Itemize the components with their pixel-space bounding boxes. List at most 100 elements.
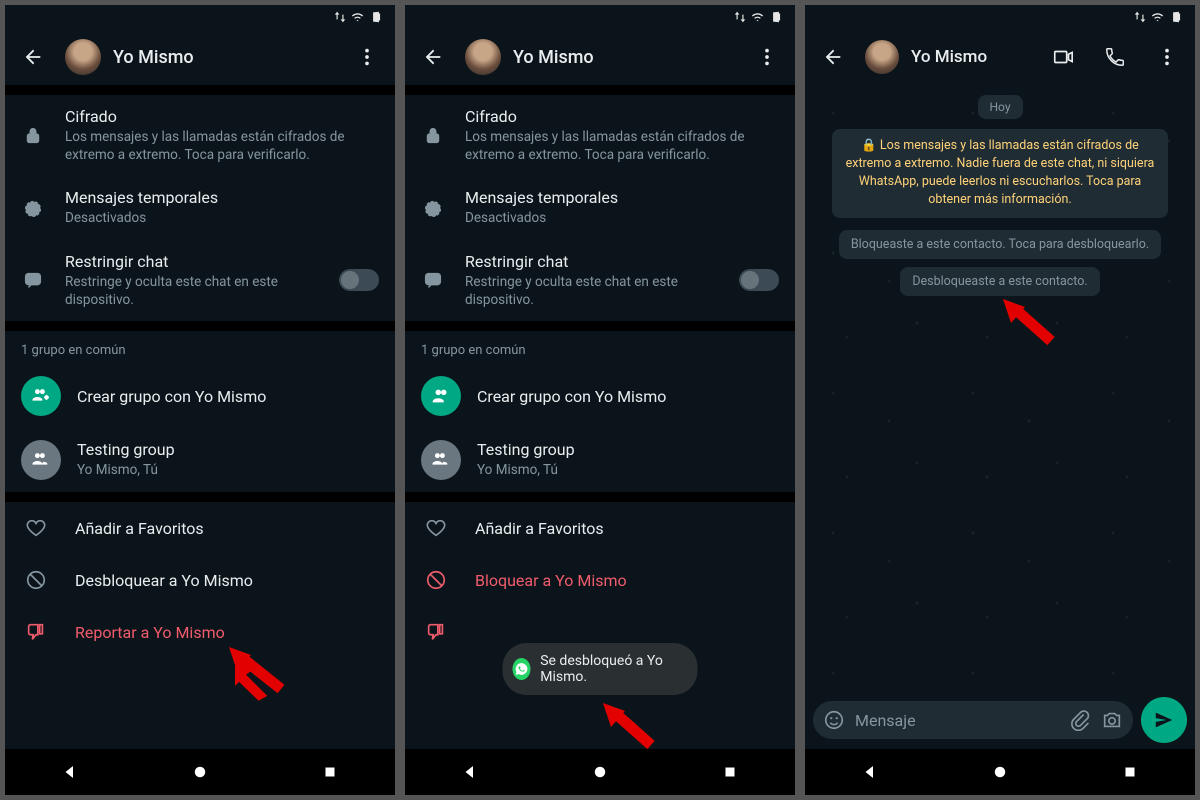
signal-updown-icon [1133, 10, 1147, 24]
encryption-title: Cifrado [65, 107, 379, 126]
restrict-title: Restringir chat [465, 252, 719, 271]
chat-body: Hoy 🔒 Los mensajes y las llamadas están … [805, 85, 1195, 691]
disappearing-row[interactable]: Mensajes temporales Desactivados [405, 176, 795, 239]
report-row[interactable]: Reportar a Yo Mismo [5, 606, 395, 658]
nav-recent-icon[interactable] [321, 763, 339, 781]
battery-icon [769, 10, 783, 24]
avatar[interactable] [865, 40, 899, 74]
restrict-toggle[interactable] [739, 269, 779, 291]
restrict-toggle[interactable] [339, 269, 379, 291]
date-pill: Hoy [978, 95, 1023, 119]
create-group-label: Crear grupo con Yo Mismo [77, 387, 266, 406]
disappearing-title: Mensajes temporales [65, 188, 379, 207]
avatar[interactable] [465, 39, 501, 75]
message-input[interactable]: Mensaje [813, 701, 1133, 739]
create-group-icon [21, 376, 61, 416]
camera-icon[interactable] [1101, 709, 1123, 731]
group-row[interactable]: Testing group Yo Mismo, Tú [405, 428, 795, 492]
nav-home-icon[interactable] [991, 763, 1009, 781]
groups-label: 1 grupo en común [5, 331, 395, 364]
back-button[interactable] [413, 37, 453, 77]
group-sub: Yo Mismo, Tú [477, 461, 779, 479]
contact-name[interactable]: Yo Mismo [113, 47, 335, 68]
block-icon [25, 569, 47, 591]
back-button[interactable] [13, 37, 53, 77]
blocked-message[interactable]: Bloqueaste a este contacto. Toca para de… [839, 230, 1161, 259]
chat-lock-icon [421, 269, 445, 291]
voice-call-button[interactable] [1095, 37, 1135, 77]
avatar[interactable] [65, 39, 101, 75]
wifi-icon [1151, 10, 1165, 24]
emoji-icon[interactable] [823, 709, 845, 731]
group-title: Testing group [77, 440, 379, 459]
create-group-icon [421, 376, 461, 416]
timer-icon [421, 197, 445, 219]
more-options-button[interactable] [1147, 37, 1187, 77]
group-row[interactable]: Testing group Yo Mismo, Tú [5, 428, 395, 492]
disappearing-sub: Desactivados [465, 209, 779, 227]
android-nav-bar [405, 749, 795, 795]
nav-back-icon[interactable] [861, 763, 879, 781]
favorites-row[interactable]: Añadir a Favoritos [5, 502, 395, 554]
more-options-button[interactable] [747, 37, 787, 77]
groups-label: 1 grupo en común [405, 331, 795, 364]
app-header: Yo Mismo [405, 29, 795, 85]
lock-icon [421, 125, 445, 147]
nav-recent-icon[interactable] [721, 763, 739, 781]
restrict-sub: Restringe y oculta este chat en este dis… [65, 273, 319, 309]
annotation-arrowhead [595, 699, 665, 754]
chat-header: Yo Mismo [805, 29, 1195, 85]
android-status-bar [5, 5, 395, 29]
annotation-arrow [235, 653, 295, 703]
group-sub: Yo Mismo, Tú [77, 461, 379, 479]
favorites-label: Añadir a Favoritos [475, 519, 604, 538]
nav-recent-icon[interactable] [1121, 763, 1139, 781]
message-placeholder: Mensaje [855, 711, 1059, 730]
encryption-row[interactable]: Cifrado Los mensajes y las llamadas está… [5, 95, 395, 176]
create-group-label: Crear grupo con Yo Mismo [477, 387, 666, 406]
unblock-label: Desbloquear a Yo Mismo [75, 571, 253, 590]
send-button[interactable] [1141, 697, 1187, 743]
group-title: Testing group [477, 440, 779, 459]
battery-icon [1169, 10, 1183, 24]
block-icon [425, 569, 447, 591]
restrict-sub: Restringe y oculta este chat en este dis… [465, 273, 719, 309]
contact-name[interactable]: Yo Mismo [911, 47, 1031, 67]
heart-icon [425, 517, 447, 539]
create-group-row[interactable]: Crear grupo con Yo Mismo [405, 364, 795, 428]
attach-icon[interactable] [1069, 709, 1091, 731]
app-header: Yo Mismo [5, 29, 395, 85]
create-group-row[interactable]: Crear grupo con Yo Mismo [5, 364, 395, 428]
encryption-row[interactable]: Cifrado Los mensajes y las llamadas está… [405, 95, 795, 176]
android-status-bar [405, 5, 795, 29]
encryption-notice[interactable]: 🔒 Los mensajes y las llamadas están cifr… [832, 129, 1167, 218]
nav-back-icon[interactable] [61, 763, 79, 781]
lock-icon [21, 125, 45, 147]
android-status-bar [805, 5, 1195, 29]
encryption-sub: Los mensajes y las llamadas están cifrad… [65, 128, 379, 164]
lock-icon: 🔒 [861, 138, 880, 153]
thumbs-down-icon [425, 621, 447, 643]
restrict-row[interactable]: Restringir chat Restringe y oculta este … [405, 240, 795, 321]
nav-back-icon[interactable] [461, 763, 479, 781]
nav-home-icon[interactable] [591, 763, 609, 781]
block-row[interactable]: Bloquear a Yo Mismo [405, 554, 795, 606]
favorites-label: Añadir a Favoritos [75, 519, 204, 538]
screen-chat: Yo Mismo Hoy 🔒 Los mensajes y las llamad… [805, 5, 1195, 795]
android-nav-bar [805, 749, 1195, 795]
nav-home-icon[interactable] [191, 763, 209, 781]
restrict-row[interactable]: Restringir chat Restringe y oculta este … [5, 240, 395, 321]
disappearing-row[interactable]: Mensajes temporales Desactivados [5, 176, 395, 239]
encryption-notice-text: Los mensajes y las llamadas están cifrad… [846, 138, 1155, 207]
more-options-button[interactable] [347, 37, 387, 77]
favorites-row[interactable]: Añadir a Favoritos [405, 502, 795, 554]
unblock-row[interactable]: Desbloquear a Yo Mismo [5, 554, 395, 606]
back-button[interactable] [813, 37, 853, 77]
chat-input-bar: Mensaje [805, 691, 1195, 749]
screen-contact-info-unblock: Yo Mismo Cifrado Los mensajes y las llam… [5, 5, 395, 795]
video-call-button[interactable] [1043, 37, 1083, 77]
contact-name[interactable]: Yo Mismo [513, 47, 735, 68]
report-label: Reportar a Yo Mismo [75, 623, 225, 642]
group-icon [21, 440, 61, 480]
toast-text: Se desbloqueó a Yo Mismo. [540, 653, 679, 685]
